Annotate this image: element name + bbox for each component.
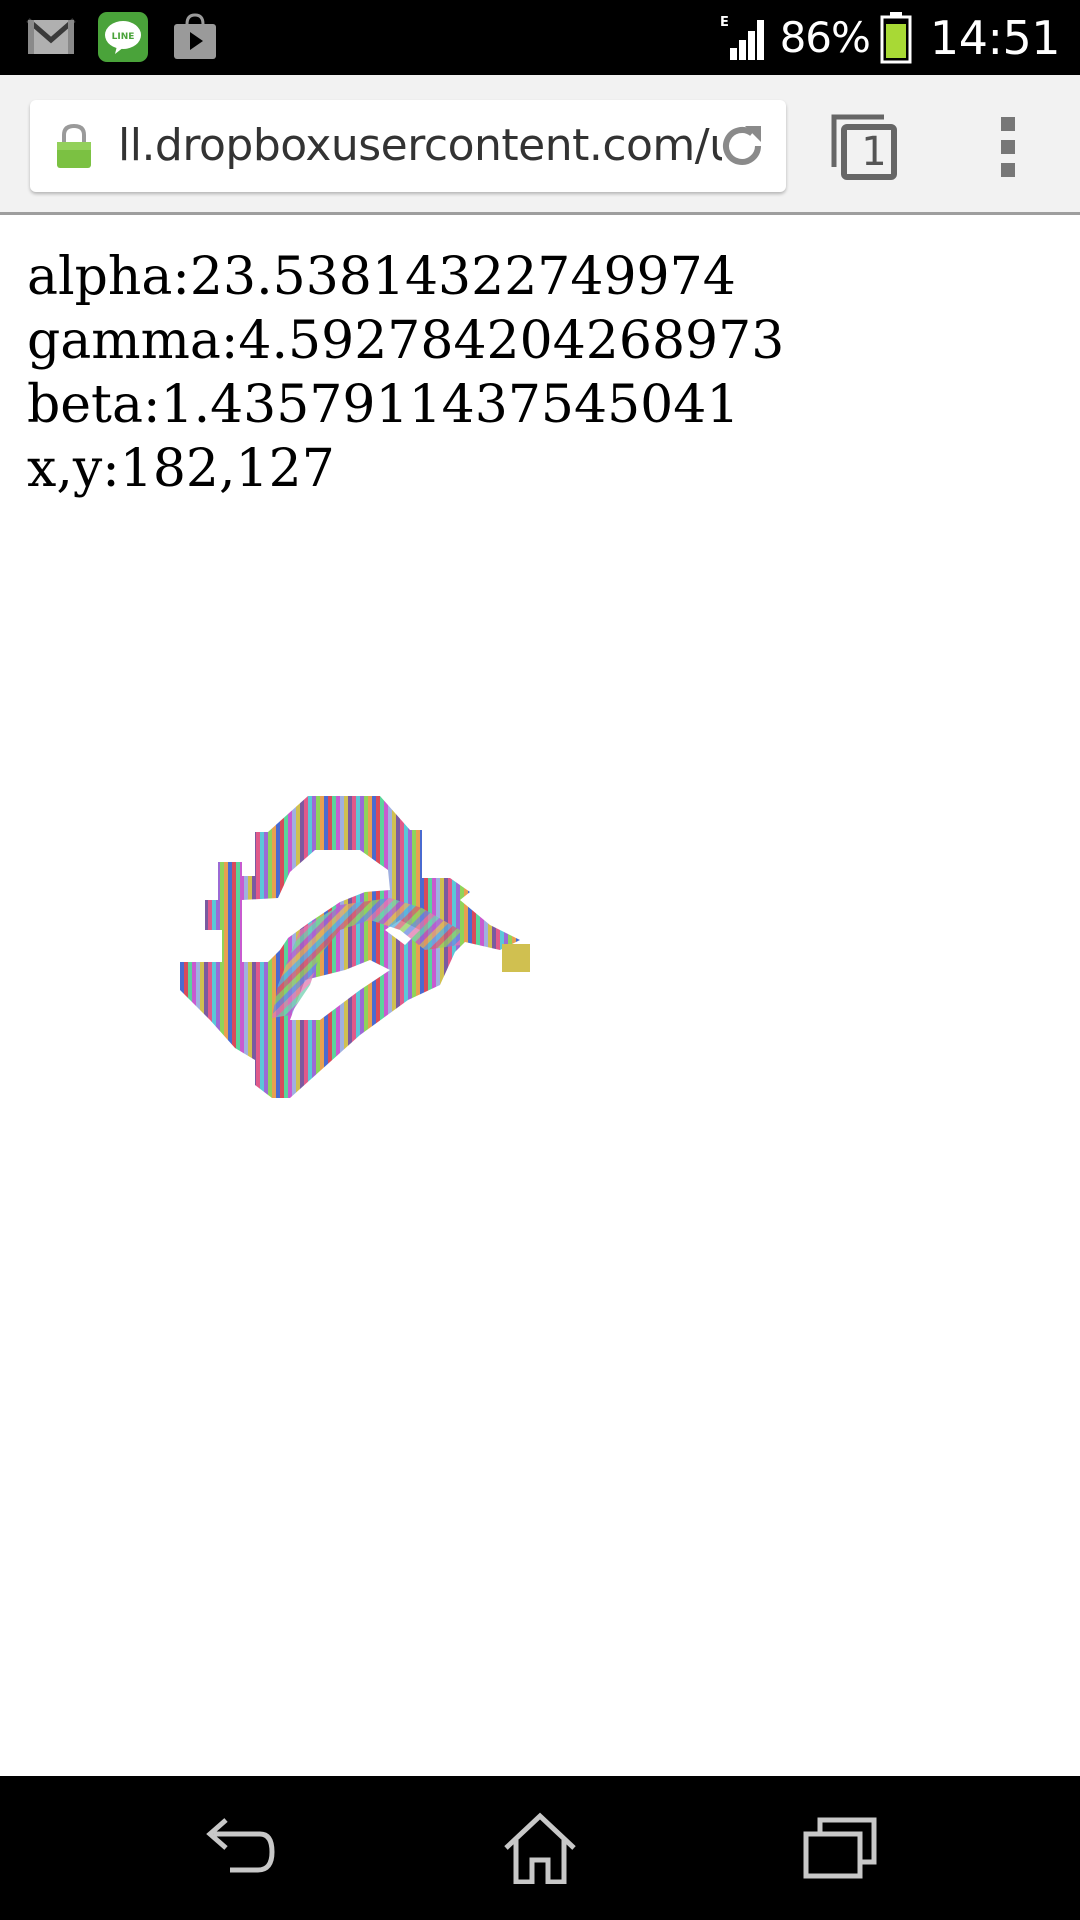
back-icon[interactable] — [200, 1812, 280, 1884]
navigation-bar — [0, 1776, 1080, 1920]
alpha-value: alpha:23.53814322749974 — [27, 247, 736, 307]
gamma-value: gamma:4.592784204268973 — [27, 311, 785, 371]
gmail-icon — [26, 18, 76, 54]
web-page: alpha:23.53814322749974 gamma:4.59278420… — [0, 215, 1080, 1775]
browser-toolbar: ll.dropboxusercontent.com/u 1 — [0, 75, 1080, 215]
address-bar[interactable]: ll.dropboxusercontent.com/u — [30, 100, 786, 192]
tab-switcher-button[interactable]: 1 — [828, 111, 900, 183]
beta-value: beta:1.4357911437545041 — [27, 375, 740, 435]
status-bar: LINE E 86% 14:51 — [0, 0, 1080, 75]
clock: 14:51 — [929, 10, 1061, 65]
line-app-icon: LINE — [98, 12, 148, 62]
lock-icon — [57, 123, 91, 168]
drawing-canvas[interactable] — [160, 780, 660, 1170]
recents-icon[interactable] — [800, 1812, 880, 1884]
system-status: E 86% 14:51 — [720, 0, 1061, 75]
tab-count: 1 — [861, 129, 887, 175]
home-icon[interactable] — [500, 1812, 580, 1884]
xy-coordinates: x,y:182,127 — [27, 439, 335, 499]
svg-text:LINE: LINE — [112, 32, 135, 42]
url-text[interactable]: ll.dropboxusercontent.com/u — [118, 100, 722, 192]
notification-icons: LINE — [26, 12, 220, 62]
network-type-label: E — [720, 15, 729, 30]
trail-endpoint — [502, 944, 530, 972]
drawn-trail — [180, 796, 520, 1098]
trail-shape — [180, 1080, 230, 1140]
sensor-readout: alpha:23.53814322749974 gamma:4.59278420… — [27, 245, 784, 501]
overflow-menu-icon[interactable] — [990, 115, 1026, 179]
signal-strength-icon: E — [720, 15, 764, 60]
battery-percent: 86% — [779, 13, 871, 62]
play-store-icon — [174, 13, 216, 59]
reload-icon[interactable] — [714, 118, 770, 174]
battery-icon — [880, 11, 912, 63]
